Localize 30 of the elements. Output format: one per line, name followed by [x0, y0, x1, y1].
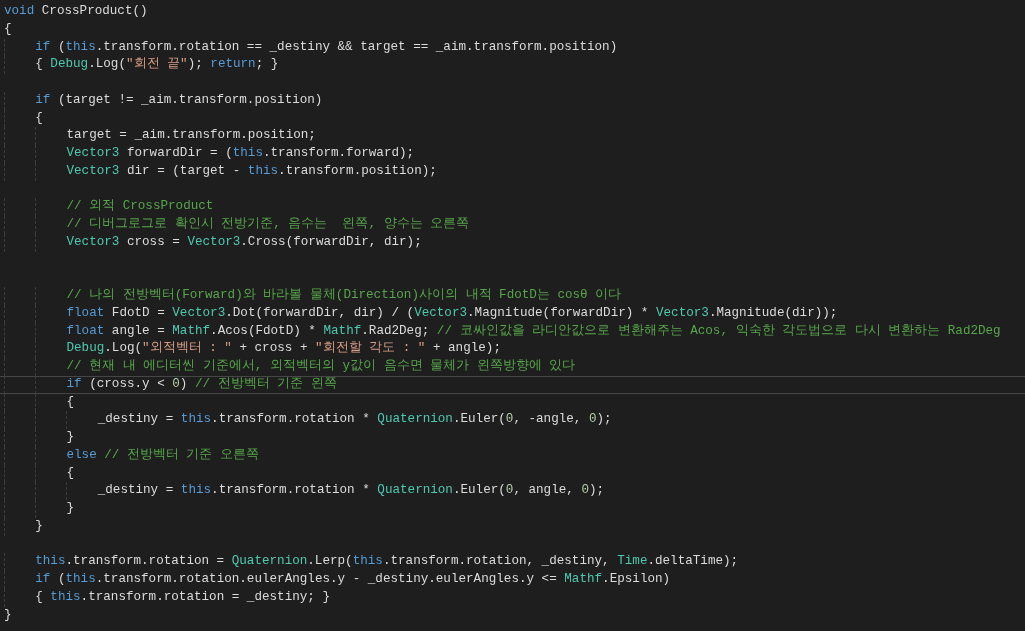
- code-line: float angle = Mathf.Acos(FdotD) * Mathf.Rad2Deg; // 코싸인값을 라디안값으로 변환해주는 Acos, 익숙한 각도법으로 다시 변환하는 Rad2Deg: [0, 322, 1025, 341]
- code-line: }: [0, 517, 1025, 536]
- code-line: {: [0, 393, 1025, 412]
- code-line: _destiny = this.transform.rotation * Quaternion.Euler(0, -angle, 0);: [0, 411, 1025, 429]
- code-line: Vector3 forwardDir = (this.transform.forward);: [0, 145, 1025, 163]
- code-line: if (target != _aim.transform.position): [0, 91, 1025, 110]
- code-line: float FdotD = Vector3.Dot(forwardDir, dir) / (Vector3.Magnitude(forwardDir) * Vector3.Magnitude(dir));: [0, 304, 1025, 323]
- code-line: // 디버그로그로 확인시 전방기준, 음수는 왼쪽, 양수는 오른쪽: [0, 216, 1025, 234]
- code-line: Vector3 dir = (target - this.transform.position);: [0, 162, 1025, 181]
- code-line: this.transform.rotation = Quaternion.Lerp(this.transform.rotation, _destiny, Time.deltaTime);: [0, 553, 1025, 571]
- code-line: { Debug.Log("회전 끝"); return; }: [0, 56, 1025, 74]
- code-line: if (this.transform.rotation == _destiny && target == _aim.transform.position): [0, 38, 1025, 57]
- code-line: _destiny = this.transform.rotation * Quaternion.Euler(0, angle, 0);: [0, 482, 1025, 500]
- code-line: {: [0, 464, 1025, 483]
- code-line: // 현재 내 에디터씬 기준에서, 외적벡터의 y값이 음수면 물체가 왼쪽방향에 있다: [0, 358, 1025, 376]
- code-line: {: [0, 109, 1025, 128]
- code-line: { this.transform.rotation = _destiny; }: [0, 588, 1025, 607]
- code-line: // 외적 CrossProduct: [0, 198, 1025, 216]
- code-line: else // 전방벡터 기준 오른쪽: [0, 446, 1025, 465]
- code-line: Debug.Log("외적벡터 : " + cross + "회전할 각도 : " + angle);: [0, 340, 1025, 358]
- code-line: target = _aim.transform.position;: [0, 127, 1025, 145]
- code-line: }: [3, 606, 13, 624]
- code-line: void CrossProduct(): [3, 3, 149, 20]
- code-line: {: [3, 20, 13, 38]
- code-line: }: [0, 500, 1025, 518]
- code-line: // 나의 전방벡터(Forward)와 바라볼 물체(Direction)사이의 내적 FdotD는 cosθ 이다: [0, 287, 1025, 305]
- code-line: if (this.transform.rotation.eulerAngles.y - _destiny.eulerAngles.y <= Mathf.Epsilon): [0, 571, 1025, 589]
- code-line: }: [0, 429, 1025, 447]
- code-line: if (cross.y < 0) // 전방벡터 기준 왼쪽: [0, 375, 1025, 394]
- code-line: Vector3 cross = Vector3.Cross(forwardDir, dir);: [0, 233, 1025, 252]
